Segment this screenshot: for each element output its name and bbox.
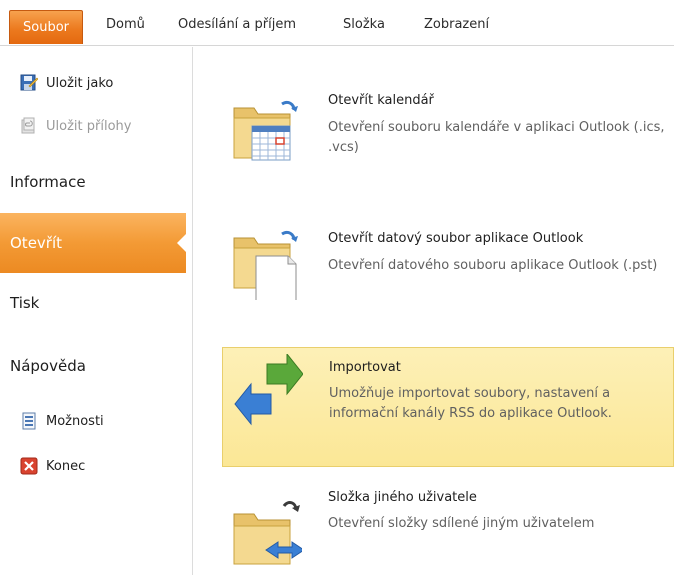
import-arrows-icon (234, 354, 303, 426)
save-as-icon (20, 74, 38, 91)
calendar-folder-icon (233, 100, 298, 161)
import-title: Importovat (329, 360, 401, 375)
ribbon-tab-bar: Soubor Domů Odesílání a příjem Složka Zo… (0, 0, 674, 46)
other-user-folder-item[interactable]: Složka jiného uživatele Otevření složky … (222, 478, 674, 575)
open-data-file-item[interactable]: Otevřít datový soubor aplikace Outlook O… (222, 216, 674, 334)
data-file-folder-icon (233, 230, 298, 300)
other-user-folder-desc: Otevření složky sdílené jiným uživatelem (328, 516, 595, 531)
shared-folder-icon (233, 501, 302, 565)
import-item[interactable]: Importovat Umožňuje importovat soubory, … (222, 347, 674, 467)
save-attachments-button[interactable]: Uložit přílohy (20, 114, 131, 138)
save-attachments-icon (21, 117, 35, 134)
nav-print[interactable]: Tisk (10, 288, 180, 318)
import-desc: Umožňuje importovat soubory, nastavení a… (329, 386, 612, 421)
save-as-label: Uložit jako (46, 75, 114, 91)
open-calendar-desc: Otevření souboru kalendáře v aplikaci Ou… (328, 120, 665, 155)
save-as-button[interactable]: Uložit jako (20, 71, 113, 95)
exit-label: Konec (46, 458, 86, 474)
tab-view[interactable]: Zobrazení (424, 10, 489, 40)
exit-icon (20, 457, 38, 475)
options-icon (22, 412, 36, 430)
save-attachments-label: Uložit přílohy (46, 118, 132, 134)
exit-button[interactable]: Konec (20, 454, 85, 478)
open-data-file-title: Otevřít datový soubor aplikace Outlook (328, 231, 584, 246)
tab-folder[interactable]: Složka (343, 10, 385, 40)
tab-send-receive[interactable]: Odesílání a příjem (178, 10, 296, 40)
backstage-nav: Uložit jako Uložit přílohy Informace Ote… (0, 47, 193, 575)
nav-open[interactable]: Otevřít (0, 213, 187, 273)
open-data-file-desc: Otevření datového souboru aplikace Outlo… (328, 258, 658, 273)
open-calendar-item[interactable]: Otevřít kalendář Otevření souboru kalend… (222, 76, 674, 194)
nav-info[interactable]: Informace (10, 167, 180, 197)
open-calendar-title: Otevřít kalendář (328, 93, 434, 108)
options-button[interactable]: Možnosti (20, 409, 104, 433)
tab-file[interactable]: Soubor (9, 10, 83, 44)
other-user-folder-title: Složka jiného uživatele (328, 490, 477, 505)
nav-open-label: Otevřít (10, 234, 63, 252)
nav-help[interactable]: Nápověda (10, 351, 180, 381)
tab-home[interactable]: Domů (106, 10, 145, 40)
options-label: Možnosti (46, 413, 104, 429)
